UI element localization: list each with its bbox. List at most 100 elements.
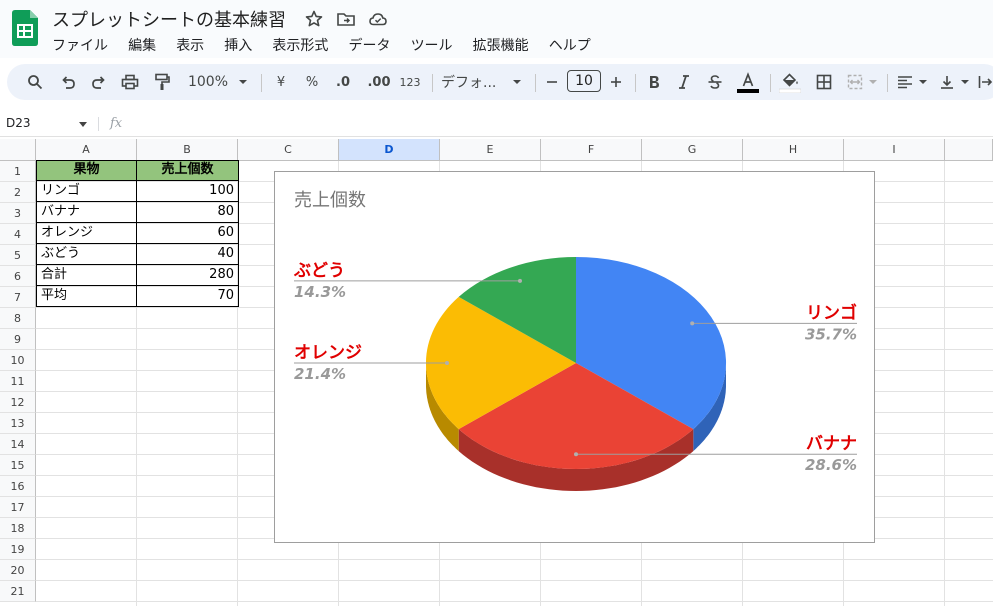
merge-cells-icon[interactable] bbox=[845, 64, 865, 100]
row-header-8[interactable]: 8 bbox=[0, 308, 36, 329]
undo-icon[interactable] bbox=[56, 64, 80, 100]
cloud-saved-icon[interactable] bbox=[368, 9, 388, 29]
font-select[interactable]: デフォ... bbox=[441, 64, 509, 100]
redo-icon[interactable] bbox=[87, 64, 111, 100]
row-header-1[interactable]: 1 bbox=[0, 161, 36, 182]
increase-font-size-icon[interactable] bbox=[607, 64, 625, 100]
strikethrough-icon[interactable] bbox=[704, 64, 726, 100]
row-header-9[interactable]: 9 bbox=[0, 329, 36, 350]
row-header-14[interactable]: 14 bbox=[0, 434, 36, 455]
fruit-cell[interactable]: 平均 bbox=[36, 286, 137, 307]
column-header-i[interactable]: I bbox=[844, 139, 945, 161]
zoom-chevron-down-icon[interactable] bbox=[236, 64, 250, 100]
increase-decimal-button[interactable]: .00 bbox=[364, 64, 394, 100]
menu-data[interactable]: データ bbox=[348, 35, 390, 55]
sales-cell[interactable]: 40 bbox=[137, 244, 239, 265]
slice-label-1: バナナ bbox=[806, 434, 857, 454]
decrease-font-size-icon[interactable] bbox=[543, 64, 561, 100]
zoom-select[interactable]: 100% bbox=[184, 64, 232, 100]
column-header-c[interactable]: C bbox=[238, 139, 339, 161]
row-header-16[interactable]: 16 bbox=[0, 476, 36, 497]
move-to-folder-icon[interactable] bbox=[336, 9, 356, 29]
row-header-19[interactable]: 19 bbox=[0, 539, 36, 560]
row-header-12[interactable]: 12 bbox=[0, 392, 36, 413]
menu-insert[interactable]: 挿入 bbox=[224, 35, 252, 55]
column-header-f[interactable]: F bbox=[541, 139, 642, 161]
select-all-corner[interactable] bbox=[0, 139, 36, 161]
menu-bar: ファイル 編集 表示 挿入 表示形式 データ ツール 拡張機能 ヘルプ bbox=[52, 35, 606, 55]
fruit-cell[interactable]: オレンジ bbox=[36, 223, 137, 244]
column-header-blank[interactable] bbox=[945, 139, 993, 161]
align-chevron-down-icon[interactable] bbox=[917, 64, 929, 100]
sheets-logo-icon[interactable] bbox=[12, 10, 38, 46]
sales-cell[interactable]: 60 bbox=[137, 223, 239, 244]
paint-format-icon[interactable] bbox=[150, 64, 174, 100]
header-cell-fruit[interactable]: 果物 bbox=[36, 160, 137, 181]
menu-edit[interactable]: 編集 bbox=[128, 35, 156, 55]
column-header-h[interactable]: H bbox=[743, 139, 844, 161]
menu-extensions[interactable]: 拡張機能 bbox=[473, 35, 529, 55]
row-header-15[interactable]: 15 bbox=[0, 455, 36, 476]
header-cell-sales[interactable]: 売上個数 bbox=[137, 160, 239, 181]
search-menus-icon[interactable] bbox=[23, 64, 47, 100]
merge-chevron-down-icon[interactable] bbox=[867, 64, 879, 100]
row-header-2[interactable]: 2 bbox=[0, 182, 36, 203]
fruit-cell[interactable]: バナナ bbox=[36, 202, 137, 223]
row-header-5[interactable]: 5 bbox=[0, 245, 36, 266]
row-header-18[interactable]: 18 bbox=[0, 518, 36, 539]
sales-cell[interactable]: 280 bbox=[137, 265, 239, 286]
text-wrapping-icon[interactable] bbox=[977, 64, 993, 100]
row-header-20[interactable]: 20 bbox=[0, 560, 36, 581]
bold-icon[interactable] bbox=[643, 64, 665, 100]
format-currency-button[interactable]: ¥ bbox=[271, 64, 291, 100]
table-top-border bbox=[36, 160, 239, 161]
column-header-d[interactable]: D bbox=[339, 139, 440, 161]
menu-view[interactable]: 表示 bbox=[176, 35, 204, 55]
column-header-b[interactable]: B bbox=[137, 139, 238, 161]
row-header-13[interactable]: 13 bbox=[0, 413, 36, 434]
sales-cell[interactable]: 100 bbox=[137, 181, 239, 202]
row-header-10[interactable]: 10 bbox=[0, 350, 36, 371]
fruit-cell[interactable]: 合計 bbox=[36, 265, 137, 286]
sales-cell[interactable]: 70 bbox=[137, 286, 239, 307]
star-icon[interactable] bbox=[304, 9, 324, 29]
menu-file[interactable]: ファイル bbox=[52, 35, 108, 55]
text-color-icon[interactable] bbox=[736, 64, 760, 100]
format-percent-button[interactable]: % bbox=[301, 64, 323, 100]
print-icon[interactable] bbox=[118, 64, 142, 100]
row-header-11[interactable]: 11 bbox=[0, 371, 36, 392]
row-header-6[interactable]: 6 bbox=[0, 266, 36, 287]
pie-chart[interactable]: 売上個数 リンゴ 35.7% バナナ 28.6% オレンジ 21.4% ぶどう 14.3% bbox=[274, 171, 875, 543]
row-header-4[interactable]: 4 bbox=[0, 224, 36, 245]
chart-title: 売上個数 bbox=[294, 190, 366, 211]
font-size-input[interactable]: 10 bbox=[567, 70, 601, 92]
name-box-chevron-down-icon[interactable] bbox=[79, 122, 87, 127]
fruit-cell[interactable]: ぶどう bbox=[36, 244, 137, 265]
row-header-3[interactable]: 3 bbox=[0, 203, 36, 224]
number-format-label: 123 bbox=[399, 75, 421, 89]
fruit-cell[interactable]: リンゴ bbox=[36, 181, 137, 202]
row-header-7[interactable]: 7 bbox=[0, 287, 36, 308]
horizontal-align-icon[interactable] bbox=[895, 64, 915, 100]
valign-chevron-down-icon[interactable] bbox=[959, 64, 971, 100]
formula-input[interactable] bbox=[135, 114, 985, 134]
document-title[interactable]: スプレットシートの基本練習 bbox=[52, 6, 286, 32]
row-header-21[interactable]: 21 bbox=[0, 581, 36, 602]
formula-divider bbox=[98, 117, 99, 131]
name-box[interactable]: D23 bbox=[6, 116, 88, 132]
sales-cell[interactable]: 80 bbox=[137, 202, 239, 223]
more-formats-button[interactable]: 123 bbox=[396, 64, 424, 100]
fill-color-icon[interactable] bbox=[778, 64, 802, 100]
font-chevron-down-icon[interactable] bbox=[510, 64, 524, 100]
column-header-e[interactable]: E bbox=[440, 139, 541, 161]
row-header-17[interactable]: 17 bbox=[0, 497, 36, 518]
decrease-decimal-button[interactable]: .0 bbox=[330, 64, 356, 100]
borders-icon[interactable] bbox=[813, 64, 835, 100]
menu-tools[interactable]: ツール bbox=[411, 35, 453, 55]
italic-icon[interactable] bbox=[673, 64, 695, 100]
menu-help[interactable]: ヘルプ bbox=[549, 35, 591, 55]
menu-format[interactable]: 表示形式 bbox=[272, 35, 328, 55]
vertical-align-icon[interactable] bbox=[937, 64, 957, 100]
column-header-a[interactable]: A bbox=[36, 139, 137, 161]
column-header-g[interactable]: G bbox=[642, 139, 743, 161]
